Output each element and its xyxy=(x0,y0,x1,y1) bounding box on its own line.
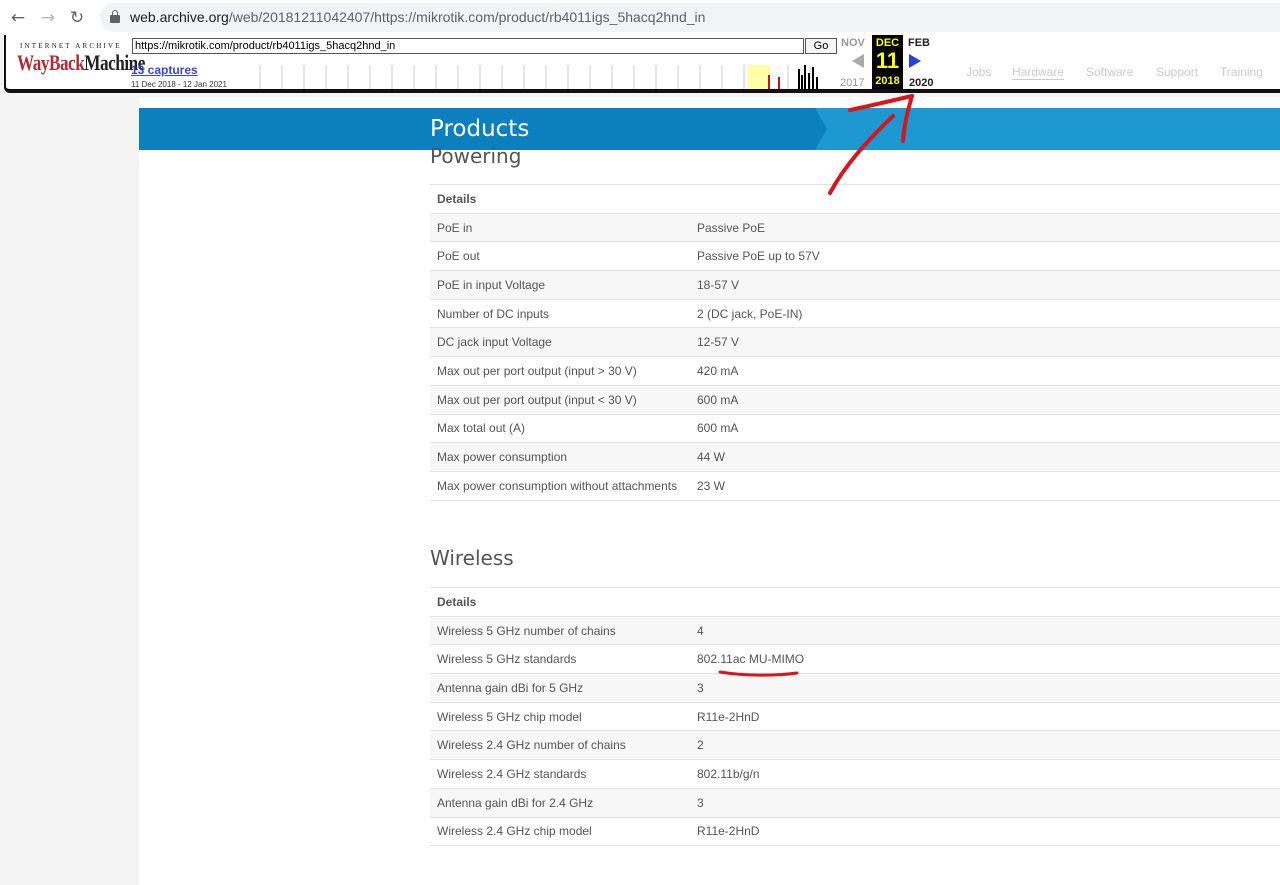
spec-label: PoE out xyxy=(430,241,690,271)
captures-sparkline[interactable] xyxy=(248,63,838,89)
table-row: Wireless 5 GHz standards 802.11ac MU-MIMO xyxy=(430,644,1280,674)
next-capture-arrow-icon[interactable] xyxy=(909,54,921,68)
table-row: Antenna gain dBi for 5 GHz 3 xyxy=(430,673,1280,703)
table-row: Max out per port output (input < 30 V) 60… xyxy=(430,384,1280,414)
prev-capture-arrow-icon[interactable] xyxy=(852,54,864,68)
table-row: Max power consumption 44 W xyxy=(430,442,1280,472)
spec-label: Wireless 5 GHz standards xyxy=(430,644,690,674)
spec-value: 18-57 V xyxy=(690,270,1280,300)
wayback-machine-logo[interactable]: WayBackMachine xyxy=(17,50,145,76)
table-row: Wireless 2.4 GHz chip model R11e-2HnD xyxy=(430,816,1280,847)
captures-link[interactable]: 13 captures xyxy=(131,63,198,77)
spec-value: 802.11ac MU-MIMO xyxy=(690,644,1280,674)
spec-label: Max power consumption xyxy=(430,442,690,472)
spec-value: 3 xyxy=(690,787,1280,817)
wayback-url-input[interactable]: https://mikrotik.com/product/rb4011igs_5… xyxy=(132,38,804,54)
table-row: Max out per port output (input > 30 V) 42… xyxy=(430,356,1280,386)
site-nav-software: Software xyxy=(1086,65,1134,79)
spec-label: Wireless 2.4 GHz chip model xyxy=(430,816,690,847)
spec-value: R11e-2HnD xyxy=(690,701,1280,731)
back-arrow-icon[interactable]: ← xyxy=(7,7,29,29)
spec-value: 600 mA xyxy=(690,413,1280,443)
spec-value: 600 mA xyxy=(690,384,1280,414)
spec-value: Passive PoE xyxy=(690,212,1280,242)
captures-date-range: 11 Dec 2018 - 12 Jan 2021 xyxy=(131,80,227,89)
site-nav-training: Training xyxy=(1220,65,1263,79)
powering-spec-table: Details PoE in Passive PoE PoE out Passive … xyxy=(430,184,1280,501)
spec-value: 12-57 V xyxy=(690,327,1280,357)
spec-label: Number of DC inputs xyxy=(430,298,690,328)
spec-value: 4 xyxy=(690,615,1280,645)
spec-value: 420 mA xyxy=(690,356,1280,386)
site-nav-support: Support xyxy=(1156,65,1199,79)
next-year-link[interactable]: 2020 xyxy=(909,77,933,89)
table-row: Number of DC inputs 2 (DC jack, PoE-IN) xyxy=(430,298,1280,328)
table-row: Max total out (A) 600 mA xyxy=(430,413,1280,443)
banner-title: Products xyxy=(430,116,530,142)
forward-arrow-icon[interactable]: → xyxy=(37,7,59,29)
table-header: Details xyxy=(430,184,1280,214)
spec-label: Max power consumption without attachment… xyxy=(430,470,690,501)
spec-label: Max out per port output (input < 30 V) xyxy=(430,384,690,414)
prev-year-link[interactable]: 2017 xyxy=(840,77,864,89)
table-header: Details xyxy=(430,587,1280,617)
spec-label: Max out per port output (input > 30 V) xyxy=(430,356,690,386)
table-row: DC jack input Voltage 12-57 V xyxy=(430,327,1280,357)
address-bar[interactable]: web.archive.org/web/20181211042407/https… xyxy=(100,3,1280,32)
site-nav-jobs: Jobs xyxy=(966,65,992,79)
lock-icon xyxy=(110,10,120,24)
spec-label: PoE in input Voltage xyxy=(430,270,690,300)
next-month-link[interactable]: FEB xyxy=(908,37,930,49)
table-row: Antenna gain dBi for 2.4 GHz 3 xyxy=(430,787,1280,817)
spec-value: 2 (DC jack, PoE-IN) xyxy=(690,298,1280,328)
spec-value: 23 W xyxy=(690,470,1280,501)
spec-label: Max total out (A) xyxy=(430,413,690,443)
browser-toolbar: ← → ↻ web.archive.org/web/20181211042407… xyxy=(0,0,1280,35)
table-row: Max power consumption without attachment… xyxy=(430,470,1280,501)
reload-icon[interactable]: ↻ xyxy=(66,7,88,29)
spec-label: Wireless 5 GHz number of chains xyxy=(430,615,690,645)
spec-label: Wireless 2.4 GHz number of chains xyxy=(430,730,690,760)
spec-value: Passive PoE up to 57V xyxy=(690,241,1280,271)
table-row: Wireless 5 GHz chip model R11e-2HnD xyxy=(430,701,1280,731)
spec-label: Antenna gain dBi for 2.4 GHz xyxy=(430,787,690,817)
site-nav-hardware: Hardware xyxy=(1012,65,1065,80)
table-row: PoE in Passive PoE xyxy=(430,212,1280,242)
table-row: Wireless 5 GHz number of chains 4 xyxy=(430,615,1280,645)
wireless-spec-table: Details Wireless 5 GHz number of chains 4… xyxy=(430,587,1280,847)
spec-value: 3 xyxy=(690,673,1280,703)
spec-label: DC jack input Voltage xyxy=(430,327,690,357)
current-capture-date: DEC 11 2018 xyxy=(872,35,903,89)
spec-value: 802.11b/g/n xyxy=(690,759,1280,789)
wayback-go-button[interactable]: Go xyxy=(805,38,837,54)
spec-value: R11e-2HnD xyxy=(690,816,1280,847)
products-banner: Products xyxy=(139,108,1280,150)
wayback-toolbar: INTERNET ARCHIVE WayBackMachine https://… xyxy=(4,35,1280,93)
spec-label: Wireless 5 GHz chip model xyxy=(430,701,690,731)
table-row: PoE out Passive PoE up to 57V xyxy=(430,241,1280,271)
spec-value: 44 W xyxy=(690,442,1280,472)
table-row: Wireless 2.4 GHz standards 802.11b/g/n xyxy=(430,759,1280,789)
wireless-section-title: Wireless xyxy=(430,546,514,570)
prev-month-link[interactable]: NOV xyxy=(841,37,865,49)
table-row: PoE in input Voltage 18-57 V xyxy=(430,270,1280,300)
address-url: web.archive.org/web/20181211042407/https… xyxy=(130,9,706,25)
internet-archive-label: INTERNET ARCHIVE xyxy=(20,42,122,50)
table-row: Wireless 2.4 GHz number of chains 2 xyxy=(430,730,1280,760)
spec-label: PoE in xyxy=(430,212,690,242)
spec-label: Wireless 2.4 GHz standards xyxy=(430,759,690,789)
powering-section-title: Powering xyxy=(430,144,522,168)
spec-label: Antenna gain dBi for 5 GHz xyxy=(430,673,690,703)
spec-value: 2 xyxy=(690,730,1280,760)
